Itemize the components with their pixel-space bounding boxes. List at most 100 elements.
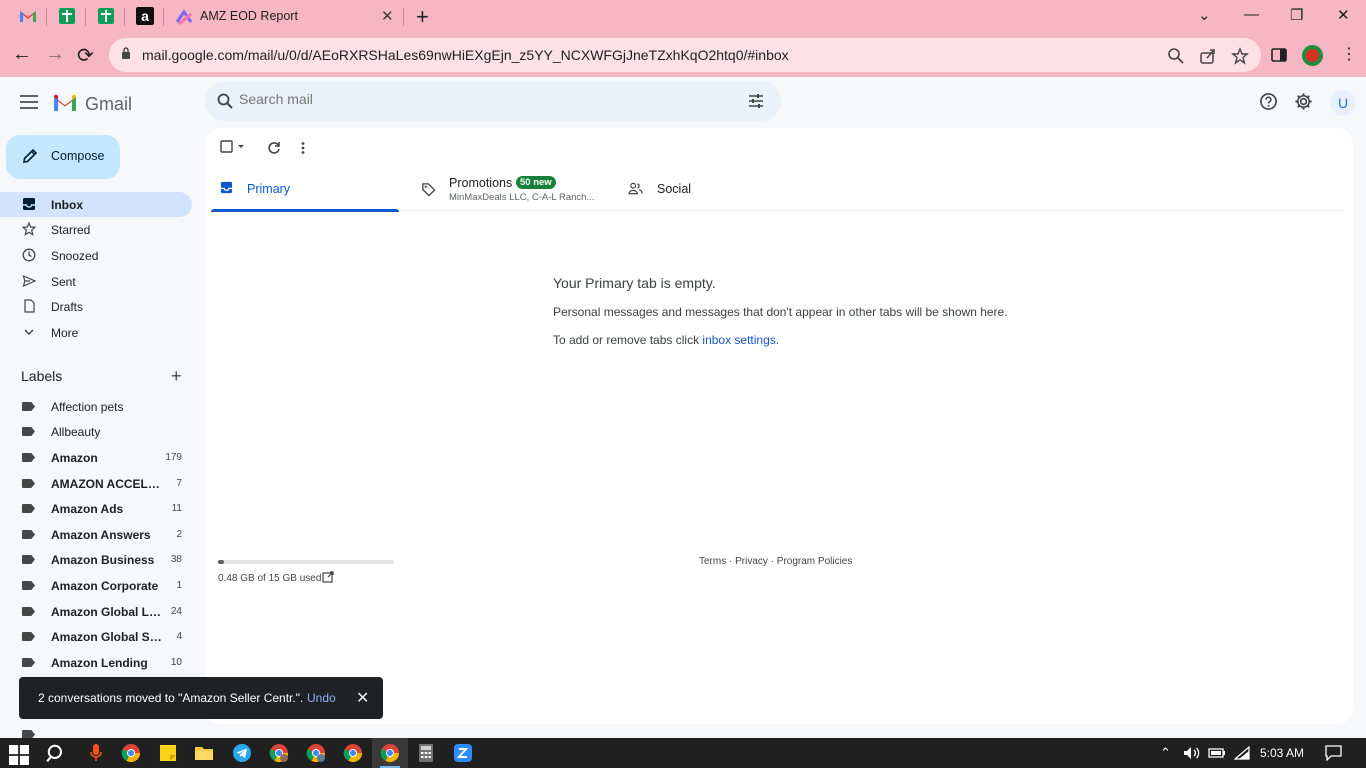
tab-promotions[interactable]: Promotions 50 new MinMaxDeals LLC, C-A-L…: [411, 166, 611, 211]
inbox-settings-link[interactable]: inbox settings: [702, 333, 775, 347]
address-bar[interactable]: mail.google.com/mail/u/0/d/AEoRXRSHaLes6…: [109, 38, 1261, 72]
label-item[interactable]: Amazon Ads 11: [0, 496, 192, 521]
taskbar-clock[interactable]: 5:03 AM: [1260, 746, 1304, 760]
calculator-icon[interactable]: [416, 743, 436, 763]
label-item[interactable]: Amazon Business 38: [0, 547, 192, 572]
tab-primary[interactable]: Primary: [211, 166, 399, 212]
label-item[interactable]: Affection pets: [0, 394, 192, 419]
chrome-profile-icon-3[interactable]: [343, 743, 363, 763]
telegram-icon[interactable]: [232, 743, 252, 763]
gmail-tab-icon[interactable]: [17, 5, 39, 27]
close-tab-icon[interactable]: ✕: [381, 7, 394, 25]
side-panel-icon[interactable]: [1271, 47, 1287, 63]
label-item[interactable]: Amazon Global Lo... 24: [0, 599, 192, 624]
back-button[interactable]: ←: [12, 43, 32, 66]
notifications-icon[interactable]: [1325, 745, 1342, 761]
empty-state-description: Personal messages and messages that don'…: [553, 305, 1008, 319]
search-input[interactable]: [239, 91, 739, 107]
minimize-button[interactable]: —: [1244, 6, 1259, 23]
label-item-partial[interactable]: [22, 728, 192, 738]
zoom-icon[interactable]: [1167, 47, 1185, 65]
nav-item-inbox[interactable]: Inbox: [0, 192, 192, 217]
file-explorer-icon[interactable]: [194, 743, 214, 763]
label-item[interactable]: Amazon Answers 2: [0, 522, 192, 547]
active-taskbar-app[interactable]: [372, 738, 408, 768]
label-item[interactable]: AMAZON ACCELER... 7: [0, 471, 192, 496]
restore-button[interactable]: ❐: [1290, 6, 1303, 24]
wifi-icon[interactable]: [1234, 746, 1250, 760]
snackbar-message: 2 conversations moved to "Amazon Seller …: [38, 691, 304, 705]
battery-icon[interactable]: [1208, 747, 1226, 759]
main-menu-icon[interactable]: [20, 95, 38, 109]
inbox-icon: [220, 181, 233, 194]
chrome-profile-icon[interactable]: [269, 743, 289, 763]
show-hidden-icons-icon[interactable]: ⌃: [1160, 745, 1171, 761]
nav-item-snoozed[interactable]: Snoozed: [0, 243, 192, 268]
reload-button[interactable]: ⟳: [77, 43, 94, 68]
account-avatar[interactable]: U: [1330, 90, 1356, 116]
star-icon: [22, 222, 36, 236]
refresh-icon[interactable]: [267, 141, 281, 155]
label-icon: [22, 555, 35, 564]
browser-menu-icon[interactable]: ⋮: [1341, 44, 1357, 64]
nav-item-more[interactable]: More: [0, 320, 192, 345]
windows-taskbar: ⌃ 5:03 AM: [0, 738, 1366, 768]
support-icon[interactable]: [1259, 92, 1278, 111]
microphone-icon[interactable]: [86, 743, 106, 763]
gmail-logo-icon[interactable]: [52, 93, 78, 113]
nav-label: Drafts: [51, 300, 84, 314]
nav-label: More: [51, 326, 79, 340]
search-icon[interactable]: [217, 93, 233, 109]
amazon-tab-icon[interactable]: a: [134, 5, 156, 27]
send-icon: [22, 274, 36, 288]
add-label-icon[interactable]: +: [171, 366, 182, 387]
share-icon[interactable]: [1199, 47, 1217, 65]
close-icon[interactable]: ✕: [356, 688, 369, 708]
new-count-badge: 50 new: [516, 176, 556, 189]
profile-avatar[interactable]: [1302, 45, 1323, 66]
label-item[interactable]: Allbeauty: [0, 419, 192, 444]
bookmark-star-icon[interactable]: [1231, 47, 1249, 65]
nav-item-sent[interactable]: Sent: [0, 269, 192, 294]
sheets-tab-icon[interactable]: [56, 5, 78, 27]
label-item[interactable]: Amazon Lending 10: [0, 650, 192, 675]
volume-icon[interactable]: [1183, 746, 1201, 760]
label-item[interactable]: Amazon 179: [0, 445, 192, 470]
tab-search-icon[interactable]: ⌄: [1198, 6, 1211, 24]
windows-start-icon[interactable]: [9, 745, 29, 765]
search-bar[interactable]: [205, 81, 781, 121]
active-browser-tab[interactable]: AMZ EOD Report ✕: [164, 0, 404, 34]
nav-item-drafts[interactable]: Drafts: [0, 294, 192, 319]
snackbar-notification: 2 conversations moved to "Amazon Seller …: [19, 677, 383, 719]
sticky-notes-icon[interactable]: [158, 743, 178, 763]
settings-gear-icon[interactable]: [1294, 92, 1313, 111]
label-item[interactable]: Amazon Corporate 1: [0, 573, 192, 598]
search-options-icon[interactable]: [748, 93, 764, 109]
window-close-button[interactable]: ✕: [1337, 6, 1350, 24]
more-options-icon[interactable]: [300, 141, 306, 155]
tab-social[interactable]: Social: [621, 166, 821, 211]
external-link-icon[interactable]: [322, 571, 334, 583]
sheets-tab-icon-2[interactable]: [95, 5, 117, 27]
zoom-app-icon[interactable]: [453, 743, 473, 763]
inbox-category-tabs: Primary Promotions 50 new MinMaxDeals LL…: [211, 166, 1341, 212]
label-item[interactable]: Amazon Global Sell... 4: [0, 624, 192, 649]
gmail-header: Gmail U: [0, 77, 1366, 129]
search-icon[interactable]: [46, 743, 66, 763]
label-icon: [22, 453, 35, 462]
nav-label: Inbox: [51, 198, 83, 212]
footer-links[interactable]: Terms · Privacy · Program Policies: [699, 556, 852, 567]
select-all-checkbox[interactable]: [220, 140, 246, 157]
chrome-icon[interactable]: [121, 743, 141, 763]
compose-label: Compose: [51, 149, 105, 163]
chrome-profile-icon-2[interactable]: [306, 743, 326, 763]
label-icon: [22, 607, 35, 616]
undo-button[interactable]: Undo: [307, 691, 336, 705]
nav-label: Starred: [51, 223, 91, 237]
empty-state-tabs-hint: To add or remove tabs click inbox settin…: [553, 333, 780, 347]
new-tab-button[interactable]: +: [416, 4, 429, 30]
pencil-icon: [23, 148, 38, 163]
nav-item-starred[interactable]: Starred: [0, 217, 192, 242]
compose-button[interactable]: Compose: [6, 135, 120, 179]
forward-button[interactable]: →: [45, 43, 65, 66]
